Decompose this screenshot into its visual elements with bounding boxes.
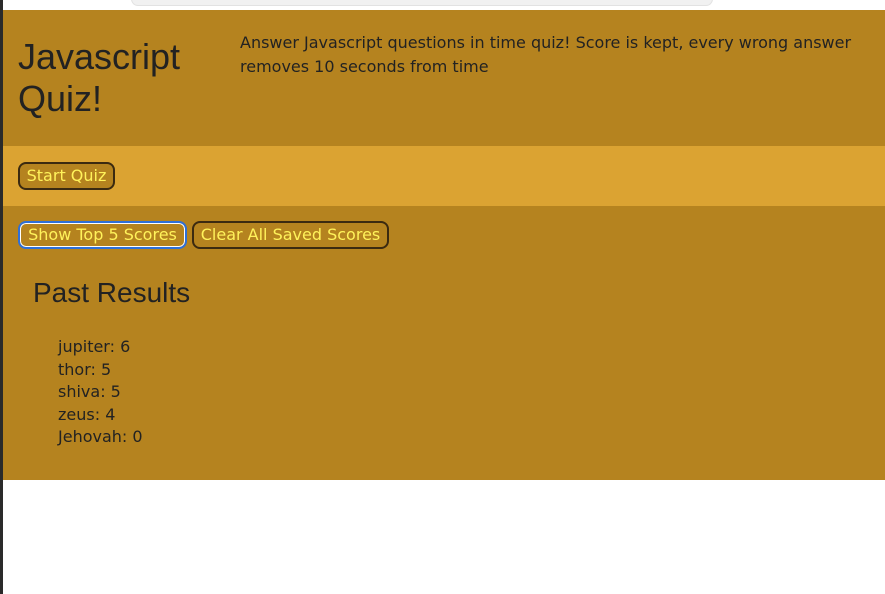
start-quiz-button[interactable]: Start Quiz [18,162,115,190]
scores-section: Show Top 5 Scores Clear All Saved Scores… [3,206,885,480]
browser-top-strip [3,0,885,10]
list-item: shiva: 5 [58,382,121,401]
page-header: Javascript Quiz! Answer Javascript quest… [3,10,885,146]
list-item: zeus: 4 [58,404,116,424]
page-description: Answer Javascript questions in time quiz… [240,33,852,76]
quiz-page: Javascript Quiz! Answer Javascript quest… [3,10,885,480]
clear-scores-button[interactable]: Clear All Saved Scores [192,221,389,249]
show-top-scores-button[interactable]: Show Top 5 Scores [18,221,187,249]
address-bar-remnant [131,0,713,6]
page-title: Javascript Quiz! [18,36,181,119]
list-item: thor: 5 [58,359,112,379]
list-item: jupiter: 6 [58,337,131,356]
start-bar: Start Quiz [3,146,885,206]
past-results-title: Past Results [33,277,191,308]
list-item: Jehovah: 0 [58,427,143,446]
past-results-list: jupiter: 6 thor: 5 shiva: 5 zeus: 4 Jeho… [58,336,143,449]
